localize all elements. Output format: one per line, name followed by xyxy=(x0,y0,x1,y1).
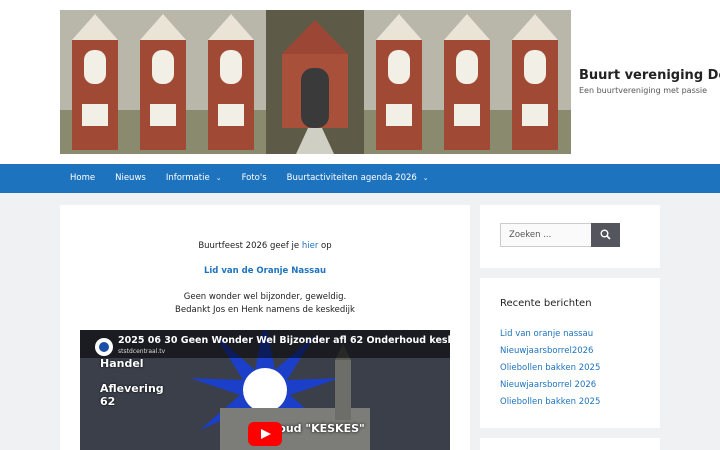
song-title-link[interactable]: Lid van de Oranje Nassau xyxy=(204,266,326,276)
banner-graphic xyxy=(60,10,571,154)
nav-item-label: Foto's xyxy=(241,173,267,183)
recent-post-link[interactable]: Lid van oranje nassau xyxy=(500,326,600,343)
intro-text-end: op xyxy=(318,241,332,251)
hier-link[interactable]: hier xyxy=(302,241,318,251)
thanks-line-1: Geen wonder wel bijzonder, geweldig. xyxy=(183,292,347,302)
nav-item-label: Nieuws xyxy=(115,173,146,183)
recent-posts-title: Recente berichten xyxy=(500,298,592,309)
nav-item-informatie[interactable]: Informatie ⌄ xyxy=(156,164,232,193)
chevron-down-icon: ⌄ xyxy=(422,174,429,182)
search-widget: Zoeken ... xyxy=(480,205,660,268)
recent-post-link[interactable]: Nieuwjaarsborrel 2026 xyxy=(500,377,600,394)
recent-post-link[interactable]: Oliebollen bakken 2025 xyxy=(500,394,600,411)
video-overlay-handel: Handel xyxy=(100,357,144,370)
intro-text: Buurtfeest 2026 geef je xyxy=(198,241,302,251)
recent-posts-list: Lid van oranje nassau Nieuwjaarsborrel20… xyxy=(500,326,600,411)
sidebar-widget xyxy=(480,438,660,450)
main-navigation: Home Nieuws Informatie ⌄ Foto's Buurtacti… xyxy=(0,164,720,193)
channel-logo-icon[interactable] xyxy=(95,338,113,356)
recent-post-link[interactable]: Oliebollen bakken 2025 xyxy=(500,360,600,377)
video-title[interactable]: 2025 06 30 Geen Wonder Wel Bijzonder afl… xyxy=(118,335,450,346)
nav-item-label: Buurtactiviteiten agenda 2026 xyxy=(286,173,417,183)
play-icon[interactable] xyxy=(248,422,282,446)
nav-item-home[interactable]: Home xyxy=(60,164,105,193)
song-title-paragraph: Lid van de Oranje Nassau xyxy=(60,265,470,278)
header-banner-image[interactable] xyxy=(60,10,571,154)
video-overlay-episode: Aflevering 62 xyxy=(100,382,164,408)
search-button[interactable] xyxy=(591,223,620,247)
nav-item-buurtactiviteiten[interactable]: Buurtactiviteiten agenda 2026 ⌄ xyxy=(277,164,439,193)
video-channel: ststdcentraal.tv xyxy=(118,348,166,355)
site-header: Buurt vereniging De Een buurtvereniging … xyxy=(0,0,720,164)
thanks-paragraph: Geen wonder wel bijzonder, geweldig. Beda… xyxy=(60,291,470,317)
nav-item-label: Informatie xyxy=(165,173,210,183)
video-embed[interactable]: 2025 06 30 Geen Wonder Wel Bijzonder afl… xyxy=(80,330,450,450)
main-content: Buurtfeest 2026 geef je hier op Lid van … xyxy=(60,205,470,450)
recent-posts-widget: Recente berichten Lid van oranje nassau … xyxy=(480,278,660,428)
nav-item-label: Home xyxy=(70,173,96,183)
site-title[interactable]: Buurt vereniging De xyxy=(579,68,720,84)
nav-item-fotos[interactable]: Foto's xyxy=(232,164,277,193)
chevron-down-icon: ⌄ xyxy=(215,174,222,182)
nav-menu: Home Nieuws Informatie ⌄ Foto's Buurtacti… xyxy=(60,164,439,193)
site-description: Een buurtvereniging met passie xyxy=(579,86,708,95)
nav-item-nieuws[interactable]: Nieuws xyxy=(105,164,156,193)
search-icon xyxy=(600,229,611,240)
recent-post-link[interactable]: Nieuwjaarsborrel2026 xyxy=(500,343,600,360)
site-branding: Buurt vereniging De Een buurtvereniging … xyxy=(579,68,720,95)
thanks-line-2: Bedankt Jos en Henk namens de keskedijk xyxy=(175,305,355,315)
intro-paragraph: Buurtfeest 2026 geef je hier op xyxy=(60,240,470,253)
